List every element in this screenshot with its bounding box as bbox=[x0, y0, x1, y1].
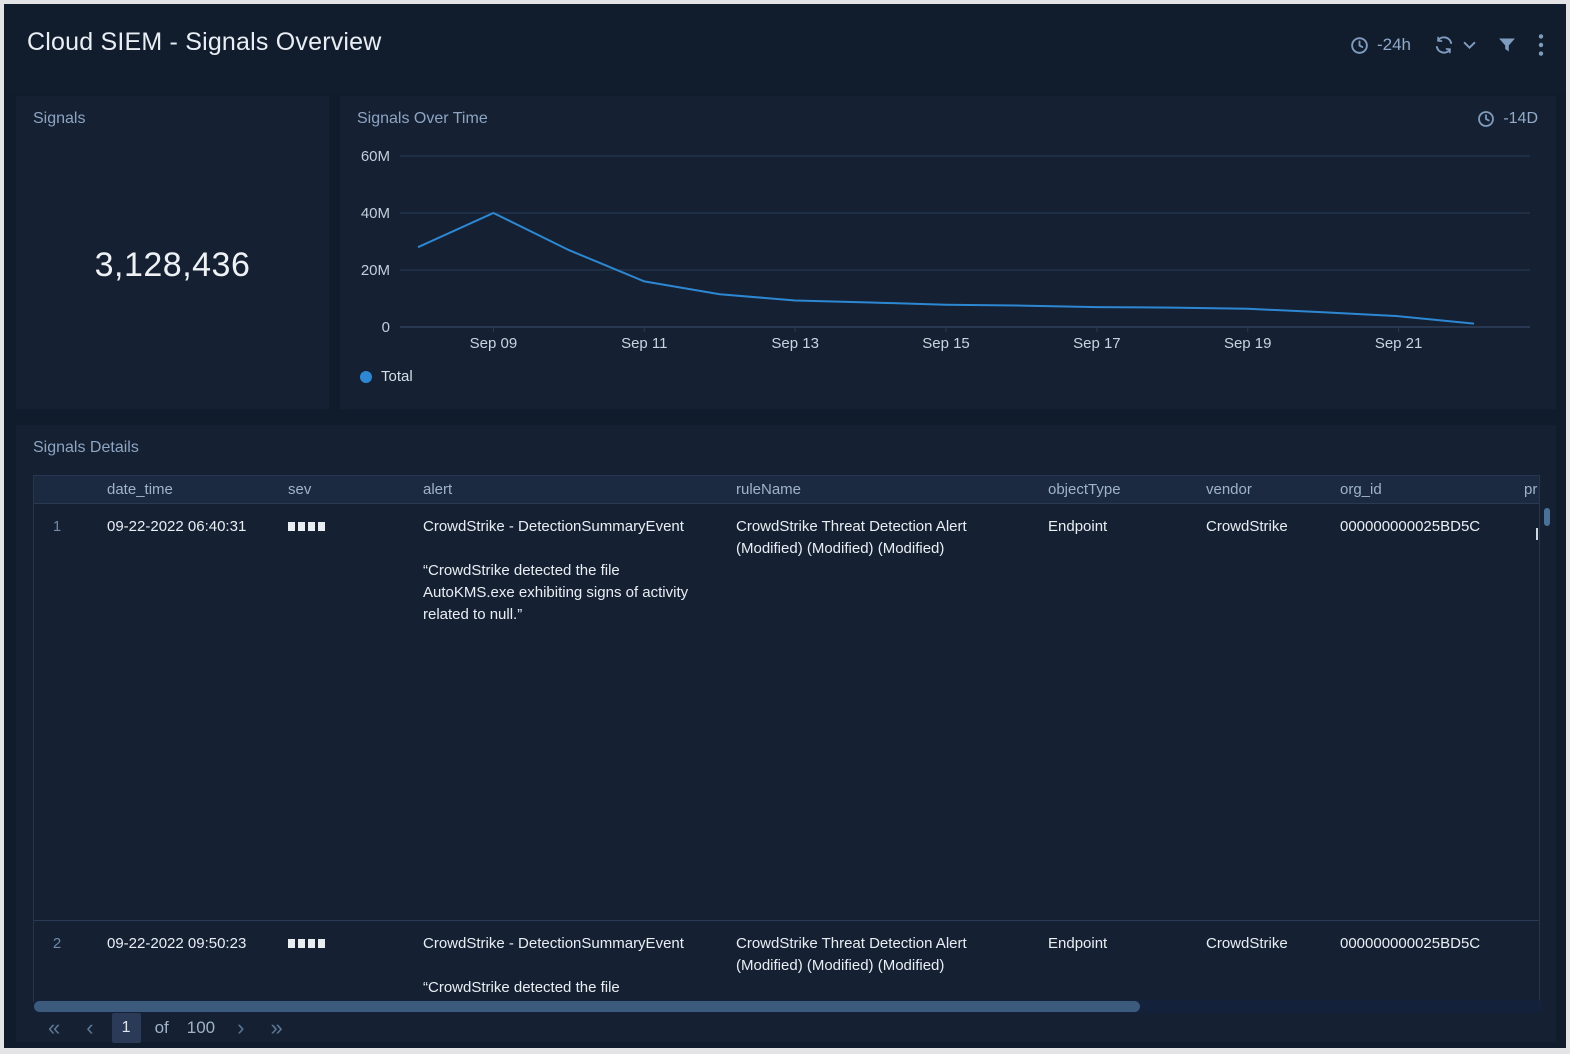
svg-text:Sep 21: Sep 21 bbox=[1375, 335, 1423, 352]
chart-legend[interactable]: Total bbox=[360, 368, 413, 385]
time-range-label: -24h bbox=[1377, 35, 1411, 55]
svg-text:Sep 15: Sep 15 bbox=[922, 335, 970, 352]
cell-org-id: 000000000025BD5C bbox=[1321, 920, 1505, 1002]
signals-count-value: 3,128,436 bbox=[16, 246, 329, 285]
column-header-sev[interactable]: sev bbox=[269, 476, 404, 503]
alert-title: CrowdStrike - DetectionSummaryEvent bbox=[423, 933, 709, 955]
severity-indicator bbox=[288, 522, 396, 531]
total-pages-label: 100 bbox=[183, 1018, 219, 1038]
signals-details-table: date_time sev alert ruleName objectType … bbox=[33, 475, 1540, 1002]
column-header-pr[interactable]: pr bbox=[1505, 476, 1540, 503]
column-header-objecttype[interactable]: objectType bbox=[1029, 476, 1187, 503]
chevron-down-icon bbox=[1463, 41, 1476, 50]
svg-text:40M: 40M bbox=[361, 205, 390, 222]
svg-text:Sep 09: Sep 09 bbox=[470, 335, 518, 352]
filter-icon bbox=[1498, 36, 1516, 54]
svg-text:Sep 13: Sep 13 bbox=[771, 335, 819, 352]
time-range-control[interactable]: -24h bbox=[1350, 35, 1411, 55]
row-number: 2 bbox=[34, 920, 88, 1002]
current-page-input[interactable]: 1 bbox=[112, 1013, 141, 1043]
cell-alert: CrowdStrike - DetectionSummaryEvent “Cro… bbox=[404, 503, 717, 920]
horizontal-scrollbar-track[interactable] bbox=[33, 1000, 1543, 1013]
kebab-menu-icon bbox=[1538, 34, 1544, 56]
pagination: « ‹ 1 of 100 › » bbox=[40, 1013, 291, 1043]
first-page-button[interactable]: « bbox=[40, 1013, 68, 1043]
svg-text:60M: 60M bbox=[361, 148, 390, 165]
table-header-row: date_time sev alert ruleName objectType … bbox=[34, 476, 1540, 503]
cell-org-id: 000000000025BD5C bbox=[1321, 503, 1505, 920]
cell-vendor: CrowdStrike bbox=[1187, 920, 1321, 1002]
column-header-vendor[interactable]: vendor bbox=[1187, 476, 1321, 503]
cell-pr bbox=[1505, 920, 1540, 1002]
svg-text:Sep 17: Sep 17 bbox=[1073, 335, 1121, 352]
cell-alert: CrowdStrike - DetectionSummaryEvent “Cro… bbox=[404, 920, 717, 1002]
signals-details-title: Signals Details bbox=[33, 439, 139, 457]
next-page-button[interactable]: › bbox=[229, 1013, 252, 1043]
cell-severity bbox=[269, 503, 404, 920]
signals-over-time-plot: 0 20M 40M 60M Sep 09 Sep 11 Sep 13 Sep 15 Sep 17… bbox=[340, 96, 1556, 409]
column-header-rulename[interactable]: ruleName bbox=[717, 476, 1029, 503]
dashboard-header: Cloud SIEM - Signals Overview -24h bbox=[4, 4, 1566, 92]
legend-label-total: Total bbox=[381, 368, 413, 385]
filter-control[interactable] bbox=[1498, 36, 1516, 54]
header-controls: -24h bbox=[1350, 34, 1544, 56]
signals-panel-title: Signals bbox=[33, 110, 85, 128]
svg-text:Sep 19: Sep 19 bbox=[1224, 335, 1272, 352]
cell-rulename: CrowdStrike Threat Detection Alert (Modi… bbox=[717, 920, 1029, 1002]
last-page-button[interactable]: » bbox=[262, 1013, 290, 1043]
cell-rulename: CrowdStrike Threat Detection Alert (Modi… bbox=[717, 503, 1029, 920]
signals-details-panel: Signals Details date_time sev alert rule… bbox=[16, 425, 1556, 1042]
alert-title: CrowdStrike - DetectionSummaryEvent bbox=[423, 516, 709, 538]
page-of-label: of bbox=[151, 1018, 173, 1038]
signals-over-time-panel: Signals Over Time -14D 020M40M60MSep 09S… bbox=[340, 96, 1556, 409]
alert-description: “CrowdStrike detected the file AutoKMS.e… bbox=[423, 977, 709, 1003]
cell-severity bbox=[269, 920, 404, 1002]
row-number: 1 bbox=[34, 503, 88, 920]
clipped-text-fragment bbox=[1536, 528, 1538, 540]
cell-objecttype: Endpoint bbox=[1029, 503, 1187, 920]
refresh-icon bbox=[1433, 34, 1455, 56]
severity-indicator bbox=[288, 939, 396, 948]
svg-text:Sep 11: Sep 11 bbox=[621, 335, 667, 352]
column-header-rownum[interactable] bbox=[34, 476, 88, 503]
column-header-date-time[interactable]: date_time bbox=[88, 476, 269, 503]
svg-text:0: 0 bbox=[382, 319, 390, 336]
horizontal-scrollbar-thumb[interactable] bbox=[34, 1001, 1140, 1012]
clock-icon bbox=[1350, 36, 1369, 55]
cell-date-time: 09-22-2022 06:40:31 bbox=[88, 503, 269, 920]
table-row[interactable]: 2 09-22-2022 09:50:23 CrowdStrike - Dete… bbox=[34, 920, 1540, 1002]
svg-text:20M: 20M bbox=[361, 262, 390, 279]
screenshot-frame: Cloud SIEM - Signals Overview -24h bbox=[0, 0, 1570, 1054]
legend-dot-total bbox=[360, 371, 372, 383]
refresh-control[interactable] bbox=[1433, 34, 1476, 56]
cell-pr bbox=[1505, 503, 1540, 920]
cell-vendor: CrowdStrike bbox=[1187, 503, 1321, 920]
signals-panel: Signals 3,128,436 bbox=[16, 96, 329, 409]
alert-description: “CrowdStrike detected the file AutoKMS.e… bbox=[423, 560, 709, 626]
vertical-scrollbar-thumb[interactable] bbox=[1544, 508, 1550, 526]
table-row[interactable]: 1 09-22-2022 06:40:31 CrowdStrike - Dete… bbox=[34, 503, 1540, 920]
column-header-alert[interactable]: alert bbox=[404, 476, 717, 503]
more-menu[interactable] bbox=[1538, 34, 1544, 56]
cell-date-time: 09-22-2022 09:50:23 bbox=[88, 920, 269, 1002]
page-title: Cloud SIEM - Signals Overview bbox=[27, 28, 382, 57]
column-header-org-id[interactable]: org_id bbox=[1321, 476, 1505, 503]
previous-page-button[interactable]: ‹ bbox=[78, 1013, 101, 1043]
cell-objecttype: Endpoint bbox=[1029, 920, 1187, 1002]
dashboard: Cloud SIEM - Signals Overview -24h bbox=[4, 4, 1566, 1048]
